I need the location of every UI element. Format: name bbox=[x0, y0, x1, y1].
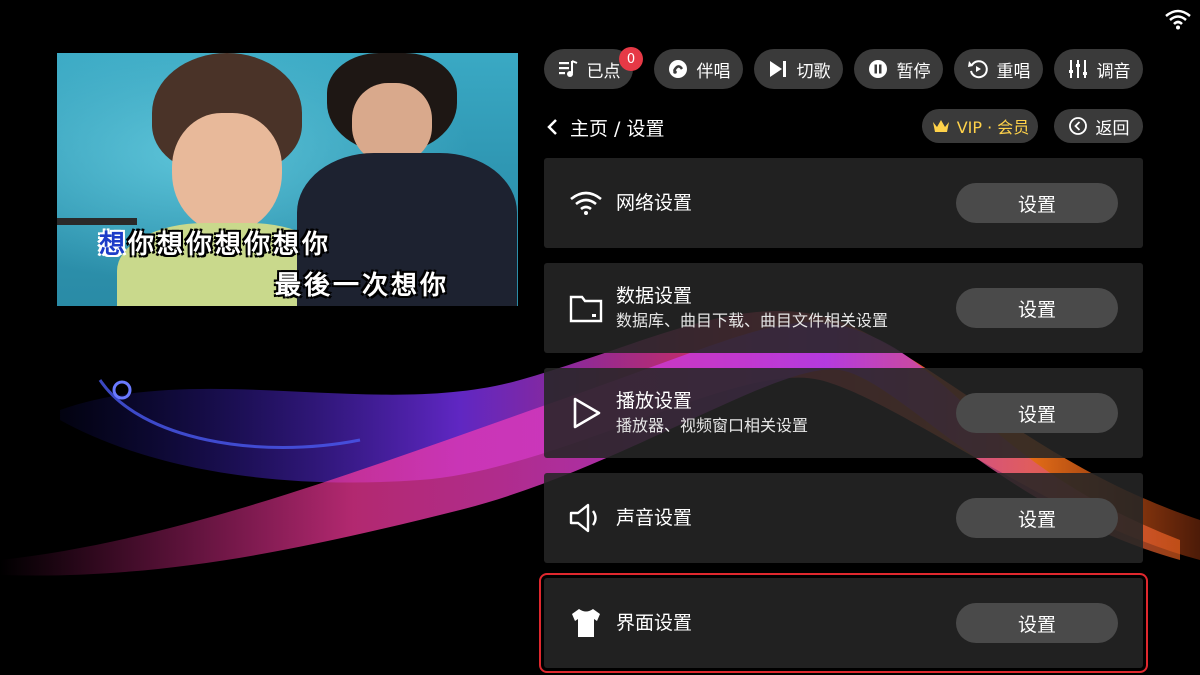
pause-icon bbox=[868, 60, 887, 78]
settings-row-sound: 声音设置 设置 bbox=[544, 473, 1143, 563]
tuning-label: 调音 bbox=[1096, 61, 1131, 82]
singer-left-face bbox=[172, 113, 282, 233]
ordered-songs-button[interactable]: 已点 0 bbox=[544, 47, 643, 89]
breadcrumb[interactable]: 主页 / 设置 bbox=[544, 114, 664, 140]
vip-label: VIP · 会员 bbox=[956, 118, 1030, 137]
replay-label: 重唱 bbox=[996, 61, 1031, 82]
ordered-count-badge: 0 bbox=[619, 47, 643, 71]
lyric-unsung-part: 你想你想你想你 bbox=[128, 230, 332, 260]
replay-button[interactable]: 重唱 bbox=[954, 49, 1043, 89]
settings-row-text: 声音设置 bbox=[616, 505, 692, 531]
settings-row-data: 数据设置 数据库、曲目下载、曲目文件相关设置 设置 bbox=[544, 263, 1143, 353]
settings-row-text: 播放设置 播放器、视频窗口相关设置 bbox=[616, 388, 808, 438]
settings-row-title: 声音设置 bbox=[616, 507, 693, 529]
wifi-status-icon bbox=[1165, 9, 1191, 30]
singer-right-face bbox=[352, 83, 432, 163]
crown-icon bbox=[932, 120, 949, 132]
lyric-sung-part: 想 bbox=[99, 230, 129, 260]
lyric-line-1: 想你想你想你想你 bbox=[99, 224, 331, 261]
chevron-left-icon bbox=[547, 119, 557, 135]
play-icon bbox=[568, 395, 604, 431]
accompany-label: 伴唱 bbox=[696, 61, 731, 82]
back-label: 返回 bbox=[1095, 118, 1130, 139]
video-preview[interactable]: 想你想你想你想你 最後一次想你 bbox=[57, 53, 518, 306]
skip-next-icon bbox=[769, 61, 786, 77]
back-circle-icon bbox=[1068, 117, 1087, 135]
interface-settings-button[interactable]: 设置 bbox=[956, 603, 1118, 643]
back-button[interactable]: 返回 bbox=[1054, 109, 1143, 143]
breadcrumb-text: 主页 / 设置 bbox=[570, 117, 665, 140]
settings-row-title: 界面设置 bbox=[616, 612, 693, 634]
accompany-icon bbox=[668, 60, 687, 78]
pause-button[interactable]: 暂停 bbox=[854, 49, 943, 89]
speaker-icon bbox=[568, 500, 604, 536]
settings-row-title: 播放设置 bbox=[616, 390, 693, 412]
accompany-button[interactable]: 伴唱 bbox=[654, 49, 743, 89]
skip-song-label: 切歌 bbox=[796, 61, 831, 82]
settings-row-title: 网络设置 bbox=[616, 192, 693, 214]
vip-button[interactable]: VIP · 会员 bbox=[922, 109, 1038, 143]
equalizer-icon bbox=[1068, 60, 1087, 78]
settings-row-interface: 界面设置 设置 bbox=[539, 573, 1148, 673]
settings-row-title: 数据设置 bbox=[616, 285, 693, 307]
settings-row-playback: 播放设置 播放器、视频窗口相关设置 设置 bbox=[544, 368, 1143, 458]
tshirt-icon bbox=[568, 605, 604, 641]
data-settings-button[interactable]: 设置 bbox=[956, 288, 1118, 328]
lyric-line-2: 最後一次想你 bbox=[275, 271, 450, 301]
pause-label: 暂停 bbox=[896, 61, 931, 82]
ordered-songs-label: 已点 bbox=[586, 61, 621, 82]
wifi-icon bbox=[568, 185, 604, 221]
skip-song-button[interactable]: 切歌 bbox=[754, 49, 843, 89]
settings-row-text: 界面设置 bbox=[616, 610, 692, 636]
network-settings-button[interactable]: 设置 bbox=[956, 183, 1118, 223]
folder-icon bbox=[568, 290, 604, 326]
settings-row-subtitle: 数据库、曲目下载、曲目文件相关设置 bbox=[616, 311, 889, 330]
settings-row-text: 网络设置 bbox=[616, 190, 692, 216]
sound-settings-button[interactable]: 设置 bbox=[956, 498, 1118, 538]
playlist-icon bbox=[558, 60, 577, 77]
settings-row-subtitle: 播放器、视频窗口相关设置 bbox=[616, 416, 809, 435]
settings-row-text: 数据设置 数据库、曲目下载、曲目文件相关设置 bbox=[616, 283, 888, 333]
playback-settings-button[interactable]: 设置 bbox=[956, 393, 1118, 433]
settings-row-network: 网络设置 设置 bbox=[544, 158, 1143, 248]
replay-icon bbox=[967, 60, 988, 79]
tuning-button[interactable]: 调音 bbox=[1054, 49, 1143, 89]
